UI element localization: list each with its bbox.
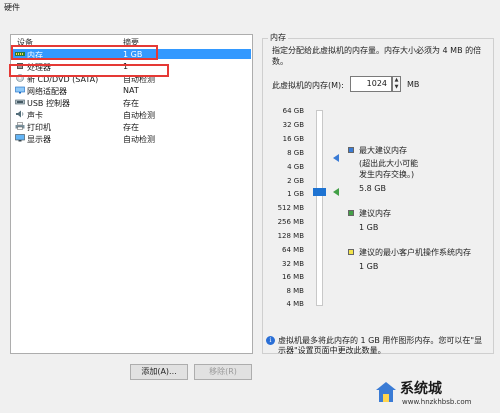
remove-button[interactable]: 移除(R) [194,364,252,380]
info-icon: i [266,336,275,345]
watermark-brand: 系统城 [400,381,442,397]
min-guest-legend-icon [348,249,354,255]
max-recommended-note: 发生内存交换。) [359,170,415,179]
printer-icon [15,122,25,130]
max-recommended-title: 最大建议内存 [359,146,407,155]
device-list[interactable]: 设备 摘要 内存 1 GB 处理器 1 新 CD/DVD (SATA) 自动检测… [10,34,253,354]
memory-field-label: 此虚拟机的内存(M): [272,81,344,90]
min-guest-value: 1 GB [359,262,379,271]
min-guest-title: 建议的最小客户机操作系统内存 [359,248,471,257]
max-recommended-note: (超出此大小可能 [359,159,419,168]
scale-label: 512 MB [277,204,304,212]
recommended-title: 建议内存 [359,209,391,218]
memory-size-input[interactable]: 1024 [350,76,392,92]
highlight-box-memory [11,45,158,60]
device-summary: NAT [123,86,139,95]
scale-label: 4 GB [287,163,304,171]
memory-description: 指定分配给此虚拟机的内存量。内存大小必须为 4 MB 的倍数。 [272,46,482,66]
highlight-box-processor [9,64,169,77]
title-bar: 硬件 [0,0,500,14]
device-summary: 存在 [123,123,139,132]
device-row-printer[interactable]: 打印机 存在 [13,121,251,132]
device-summary: 自动检测 [123,135,155,144]
display-icon [15,134,25,142]
recommended-marker-icon [333,188,339,196]
max-recommended-value: 5.8 GB [359,184,386,193]
memory-size-stepper[interactable]: ▲ ▼ [392,76,401,92]
scale-label: 256 MB [277,218,304,226]
watermark-url: www.hnzkhbsb.com [402,398,472,406]
scale-label: 32 MB [282,260,304,268]
memory-unit-label: MB [407,80,420,89]
recommended-value: 1 GB [359,223,379,232]
max-recommended-legend-icon [348,147,354,153]
scale-label: 8 MB [286,287,304,295]
scale-label: 64 GB [282,107,304,115]
device-row-sound-card[interactable]: 声卡 自动检测 [13,109,251,120]
scale-label: 8 GB [287,149,304,157]
network-adapter-icon [15,86,25,94]
device-name: 打印机 [27,123,51,132]
speaker-icon [16,110,24,118]
scale-label: 32 GB [282,121,304,129]
window-title: 硬件 [4,3,20,12]
scale-label: 128 MB [277,232,304,240]
device-name: USB 控制器 [27,99,70,108]
device-row-network-adapter[interactable]: 网络适配器 NAT [13,85,251,96]
scale-label: 16 MB [282,273,304,281]
scale-label: 1 GB [287,190,304,198]
graphics-memory-info: 虚拟机最多将此内存的 1 GB 用作图形内存。您可以在"显示器"设置页面中更改此… [278,336,483,355]
memory-group-title: 内存 [268,32,288,43]
device-name: 声卡 [27,111,43,120]
memory-slider-track[interactable] [316,110,323,306]
scale-label: 4 MB [286,300,304,308]
device-name: 网络适配器 [27,87,67,96]
watermark-logo-icon [376,382,396,402]
stepper-up-icon[interactable]: ▲ [393,77,400,84]
usb-icon [15,99,25,105]
max-recommended-marker-icon [333,154,339,162]
add-button[interactable]: 添加(A)... [130,364,188,380]
scale-label: 16 GB [282,135,304,143]
recommended-legend-icon [348,210,354,216]
device-summary: 存在 [123,99,139,108]
watermark: 系统城 www.hnzkhbsb.com [368,376,496,410]
device-summary: 自动检测 [123,111,155,120]
stepper-down-icon[interactable]: ▼ [393,84,400,91]
device-name: 显示器 [27,135,51,144]
device-row-usb-controller[interactable]: USB 控制器 存在 [13,97,251,108]
memory-slider-thumb[interactable] [313,188,326,196]
scale-label: 2 GB [287,177,304,185]
scale-label: 64 MB [282,246,304,254]
device-row-display[interactable]: 显示器 自动检测 [13,133,251,144]
